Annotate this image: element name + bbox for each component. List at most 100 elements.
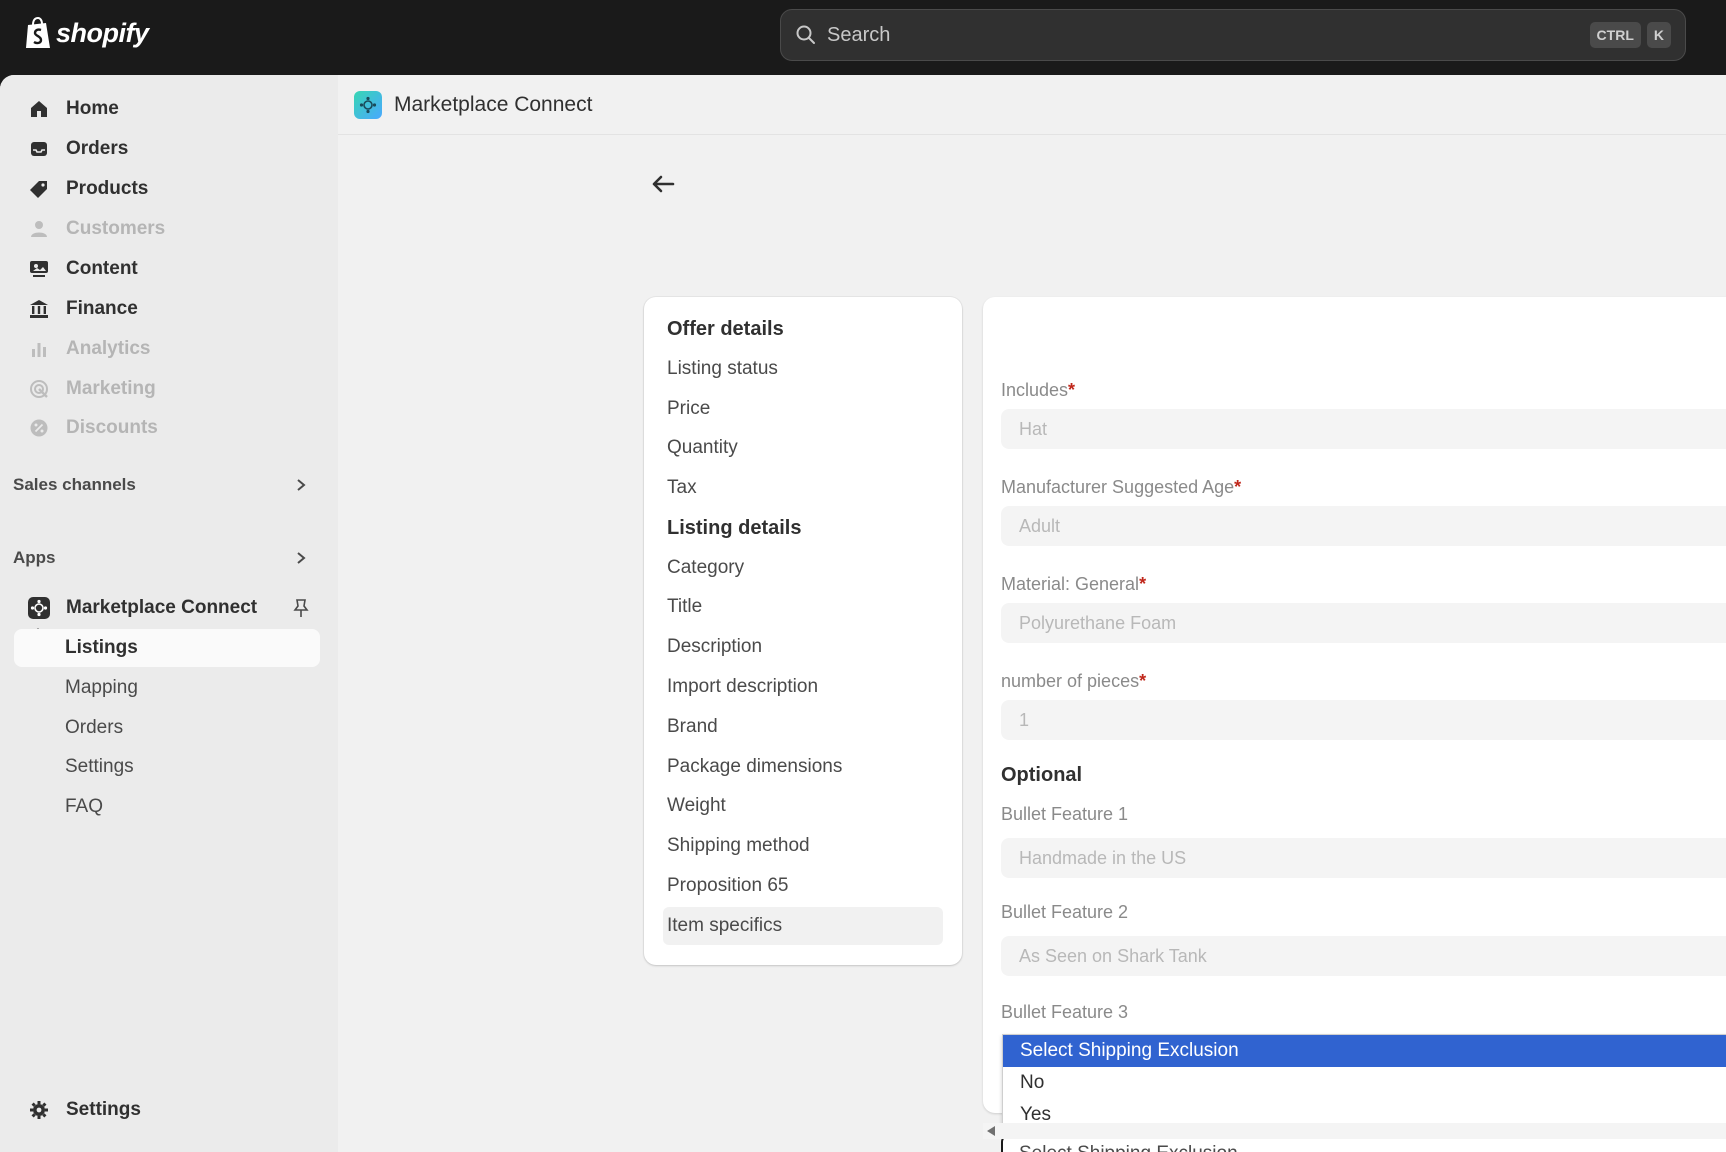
sidebar-item-orders[interactable]: Orders [14, 130, 320, 168]
sidebar-item-label: Marketing [66, 378, 156, 399]
sidebar-subitem-label: FAQ [65, 796, 104, 817]
sidebar-item-label: Orders [66, 138, 129, 159]
section-link-quantity[interactable]: Quantity [663, 429, 943, 467]
shortcut-k: K [1646, 22, 1671, 48]
section-link-title[interactable]: Title [663, 588, 943, 626]
sidebar-item-finance[interactable]: Finance [14, 290, 320, 328]
sidebar-item-analytics[interactable]: Analytics [14, 330, 320, 368]
section-link-price[interactable]: Price [663, 390, 943, 428]
horizontal-scrollbar[interactable] [983, 1123, 1726, 1139]
section-nav-card: Offer details Listing status Price Quant… [644, 297, 962, 965]
label-text: Includes [1001, 380, 1069, 400]
pin-icon[interactable] [292, 598, 310, 618]
bullet-feature-1-input[interactable]: Handmade in the US [1001, 838, 1726, 878]
sidebar-subitem-label: Settings [65, 756, 134, 777]
inbox-icon [28, 138, 50, 160]
chevron-right-icon [297, 552, 306, 564]
sidebar-item-discounts[interactable]: Discounts [14, 409, 320, 447]
shortcut-ctrl: CTRL [1589, 22, 1641, 48]
target-icon [28, 378, 50, 400]
section-link-shipping-method[interactable]: Shipping method [663, 827, 943, 865]
suggested-age-input[interactable]: Adult [1001, 506, 1726, 546]
sidebar-item-label: Customers [66, 218, 166, 239]
sales-channels-header[interactable]: Sales channels [13, 470, 319, 500]
discount-icon [28, 417, 50, 439]
section-link-description[interactable]: Description [663, 628, 943, 666]
bar-chart-icon [28, 338, 50, 360]
sidebar-subitem-faq[interactable]: FAQ [14, 788, 320, 826]
field-label-bullet-2: Bullet Feature 2 [1001, 902, 1129, 922]
tag-icon [28, 178, 50, 200]
sidebar-item-products[interactable]: Products [14, 170, 320, 208]
field-label-bullet-1: Bullet Feature 1 [1001, 804, 1129, 824]
optional-heading: Optional [1001, 764, 1083, 786]
sidebar-item-label: Products [66, 178, 149, 199]
scroll-left-arrow-icon[interactable] [987, 1126, 995, 1136]
section-link-listing-status[interactable]: Listing status [663, 350, 943, 388]
required-marker: * [1139, 671, 1147, 691]
search-placeholder: Search [827, 23, 891, 46]
shipping-exclusion-dropdown: Select Shipping Exclusion No Yes [1002, 1034, 1726, 1130]
app-title: Marketplace Connect [394, 92, 593, 116]
required-marker: * [1139, 574, 1147, 594]
sidebar-item-marketing[interactable]: Marketing [14, 370, 320, 408]
apps-label: Apps [13, 548, 56, 567]
dropdown-option-no[interactable]: No [1003, 1067, 1726, 1099]
admin-shell: Home Orders Products Customers Content F… [0, 75, 1726, 1152]
marketplace-connect-icon [28, 597, 50, 619]
bullet-feature-2-input[interactable]: As Seen on Shark Tank [1001, 936, 1726, 976]
field-label-includes: Includes* [1001, 380, 1075, 401]
back-arrow-icon[interactable] [648, 169, 678, 199]
content-icon [28, 258, 50, 280]
sidebar: Home Orders Products Customers Content F… [0, 75, 338, 1152]
section-heading-listing-details[interactable]: Listing details [663, 509, 943, 547]
sidebar-item-marketplace-connect[interactable]: Marketplace Connect [14, 589, 320, 627]
sales-channels-label: Sales channels [13, 475, 136, 494]
sidebar-item-content[interactable]: Content [14, 250, 320, 288]
search-input[interactable]: Search CTRL K [780, 9, 1686, 61]
label-text: Material: General [1001, 574, 1140, 594]
sidebar-item-customers[interactable]: Customers [14, 210, 320, 248]
section-link-category[interactable]: Category [663, 549, 943, 587]
item-specifics-form: Includes* Hat Manufacturer Suggested Age… [983, 297, 1726, 1152]
chevron-right-icon [297, 479, 306, 491]
sidebar-item-settings[interactable]: Settings [14, 1091, 320, 1129]
required-marker: * [1068, 380, 1076, 400]
field-label-number-of-pieces: number of pieces* [1001, 671, 1146, 692]
section-link-brand[interactable]: Brand [663, 708, 943, 746]
shopify-logo[interactable]: shopify [24, 16, 149, 50]
includes-input[interactable]: Hat [1001, 409, 1726, 449]
number-of-pieces-input[interactable]: 1 [1001, 700, 1726, 740]
sidebar-item-home[interactable]: Home [14, 90, 320, 128]
section-link-tax[interactable]: Tax [663, 469, 943, 507]
field-label-bullet-3: Bullet Feature 3 [1001, 1002, 1129, 1022]
sidebar-subitem-mapping[interactable]: Mapping [14, 669, 320, 707]
brand-name: shopify [56, 17, 149, 48]
person-icon [28, 218, 50, 240]
sidebar-subitem-label: Mapping [65, 677, 138, 698]
sidebar-item-label: Marketplace Connect [66, 597, 258, 618]
section-link-import-description[interactable]: Import description [663, 668, 943, 706]
sidebar-subitem-orders[interactable]: Orders [14, 709, 320, 747]
sidebar-subitem-label: Orders [65, 717, 124, 738]
shopping-bag-icon [26, 16, 50, 48]
section-link-package-dimensions[interactable]: Package dimensions [663, 748, 943, 786]
section-heading-offer-details[interactable]: Offer details [663, 310, 943, 348]
material-input[interactable]: Polyurethane Foam [1001, 603, 1726, 643]
top-bar: shopify Search CTRL K [0, 0, 1726, 75]
section-link-proposition-65[interactable]: Proposition 65 [663, 867, 943, 905]
sidebar-subitem-settings[interactable]: Settings [14, 748, 320, 786]
bank-icon [28, 298, 50, 320]
section-link-weight[interactable]: Weight [663, 787, 943, 825]
sidebar-item-label: Content [66, 258, 138, 279]
dropdown-option-select[interactable]: Select Shipping Exclusion [1003, 1035, 1726, 1067]
sidebar-item-label: Finance [66, 298, 138, 319]
label-text: Manufacturer Suggested Age [1001, 477, 1235, 497]
sidebar-subitem-label: Listings [65, 637, 138, 658]
marketplace-connect-app-icon [354, 90, 382, 119]
section-link-item-specifics[interactable]: Item specifics [663, 907, 943, 945]
apps-header[interactable]: Apps [13, 543, 319, 573]
app-header: Marketplace Connect [338, 75, 1726, 135]
sidebar-subitem-listings[interactable]: Listings [14, 629, 320, 667]
search-icon [796, 25, 815, 44]
